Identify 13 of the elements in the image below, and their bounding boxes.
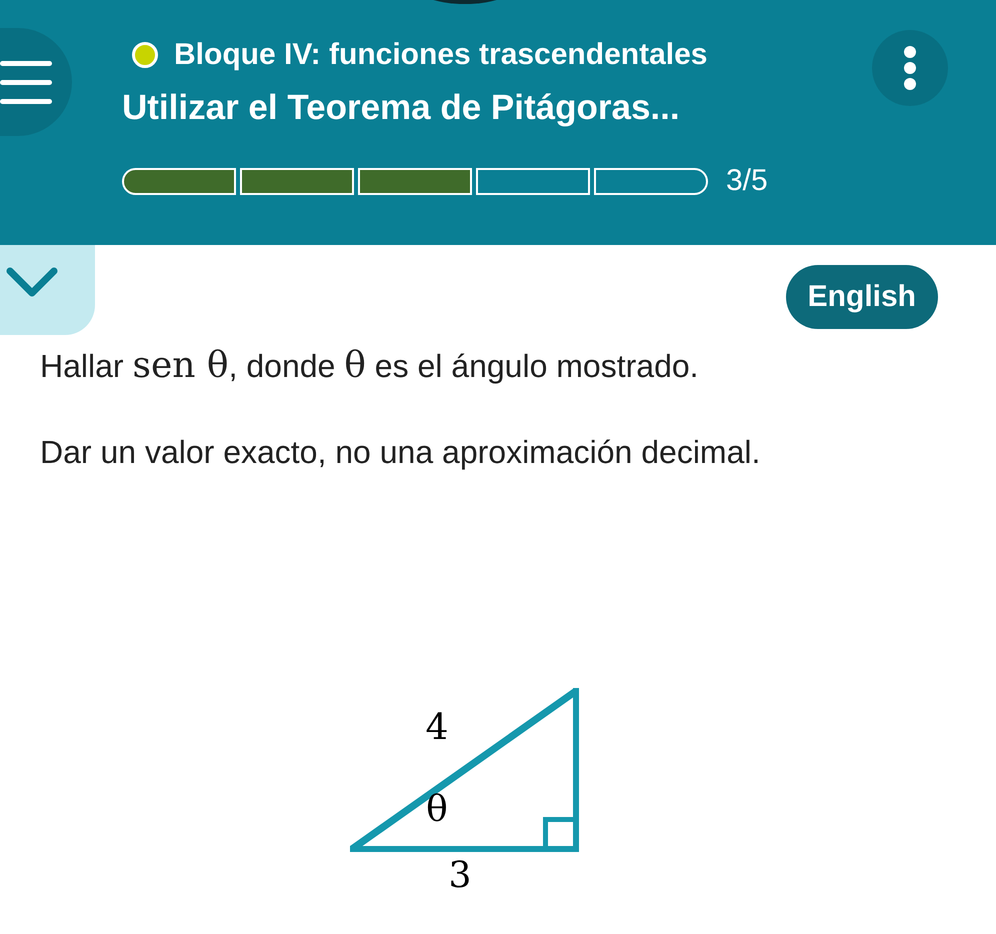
lesson-title: Utilizar el Teorema de Pitágoras...: [122, 88, 681, 128]
question-text: Hallar sen θ, donde θ es el ángulo mostrado.: [40, 345, 700, 386]
status-dot: [132, 42, 158, 68]
language-button[interactable]: English: [786, 265, 938, 329]
progress-count: 3/5: [726, 164, 768, 198]
chevron-down-icon: [6, 267, 58, 297]
more-icon: [903, 45, 917, 91]
collapse-button[interactable]: [0, 245, 95, 335]
base-label: 3: [448, 855, 472, 891]
angle-label: θ: [426, 789, 448, 830]
block-title: Bloque IV: funciones trascendentales: [174, 38, 708, 72]
hypotenuse-label: 4: [426, 707, 448, 748]
instruction-text: Dar un valor exacto, no una aproximación decimal.: [40, 434, 762, 471]
